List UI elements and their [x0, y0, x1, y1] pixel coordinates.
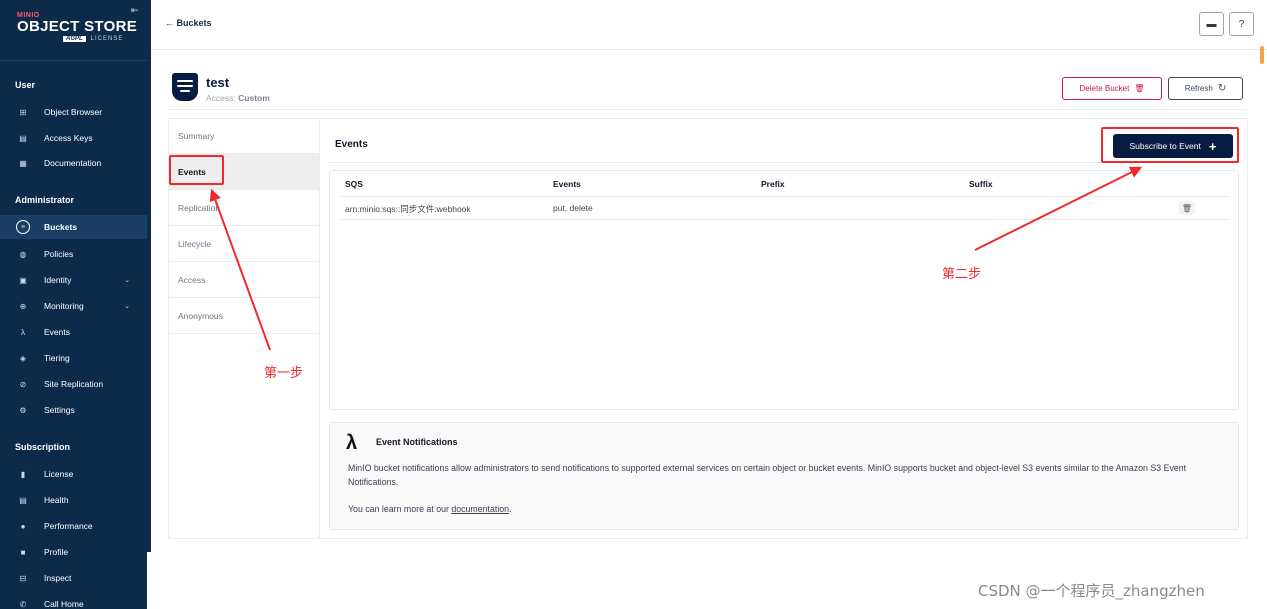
- annotation-arrows: [209, 166, 1143, 351]
- annotation-step-one: 第一步: [264, 366, 304, 381]
- annotation-step-two: 第二步: [942, 267, 982, 282]
- watermark: CSDN @一个程序员_zhangzhen: [978, 582, 1205, 600]
- arrow-step-one: [209, 188, 271, 351]
- app-root: MINIO OBJECT STORE AGPL LICENSE ⇤ User ⊞…: [0, 0, 1267, 609]
- arrow-step-two: [974, 166, 1143, 251]
